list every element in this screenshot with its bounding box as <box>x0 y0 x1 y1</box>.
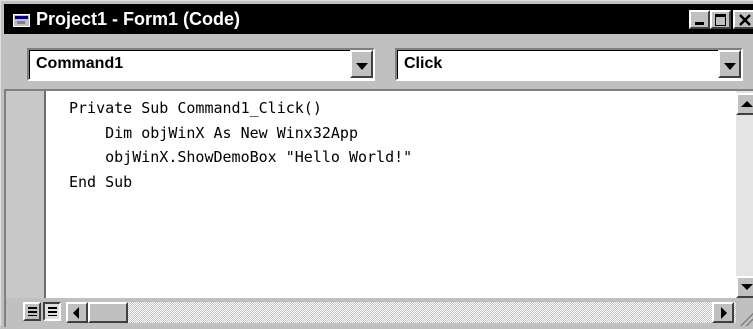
procedure-view-button[interactable] <box>23 302 41 321</box>
minimize-button[interactable] <box>689 10 710 29</box>
horizontal-scrollbar[interactable] <box>66 302 736 323</box>
code-line: End Sub <box>69 172 133 191</box>
code-window: Project1 - Form1 (Code) Command1 Click P… <box>0 0 753 329</box>
object-dropdown-value: Command1 <box>36 55 124 72</box>
code-line: Dim objWinX As New Winx32App <box>69 123 358 142</box>
close-icon <box>739 14 751 26</box>
editor-bottom-bar <box>6 298 753 329</box>
scroll-right-button[interactable] <box>712 302 734 323</box>
object-dropdown[interactable]: Command1 <box>27 48 375 81</box>
scroll-up-button[interactable] <box>736 93 753 115</box>
vertical-scrollbar[interactable] <box>736 91 753 298</box>
window-title: Project1 - Form1 (Code) <box>36 9 241 29</box>
horizontal-scroll-thumb[interactable] <box>88 302 128 323</box>
scroll-left-button[interactable] <box>66 302 88 323</box>
margin-indicator-bar[interactable] <box>6 91 46 298</box>
procedure-dropdown-arrow[interactable] <box>718 50 741 78</box>
code-line: Private Sub Command1_Click() <box>69 99 322 117</box>
code-line: objWinX.ShowDemoBox "Hello World!" <box>69 148 413 166</box>
procedure-dropdown[interactable]: Click <box>395 48 743 81</box>
procedure-dropdown-value: Click <box>404 55 443 72</box>
close-button[interactable] <box>733 10 753 29</box>
procedure-view-icon <box>28 307 37 316</box>
scroll-down-button[interactable] <box>736 276 753 298</box>
code-text[interactable]: Private Sub Command1_Click() Dim objWinX… <box>69 96 412 194</box>
object-dropdown-arrow[interactable] <box>350 50 373 78</box>
form-icon[interactable] <box>13 14 30 27</box>
title-bar[interactable]: Project1 - Form1 (Code) <box>4 4 753 34</box>
full-module-view-icon <box>48 307 57 316</box>
full-module-view-button[interactable] <box>43 302 61 321</box>
resize-grip-icon[interactable] <box>738 310 753 326</box>
maximize-button[interactable] <box>710 10 731 29</box>
code-editor[interactable]: Private Sub Command1_Click() Dim objWinX… <box>4 89 753 329</box>
